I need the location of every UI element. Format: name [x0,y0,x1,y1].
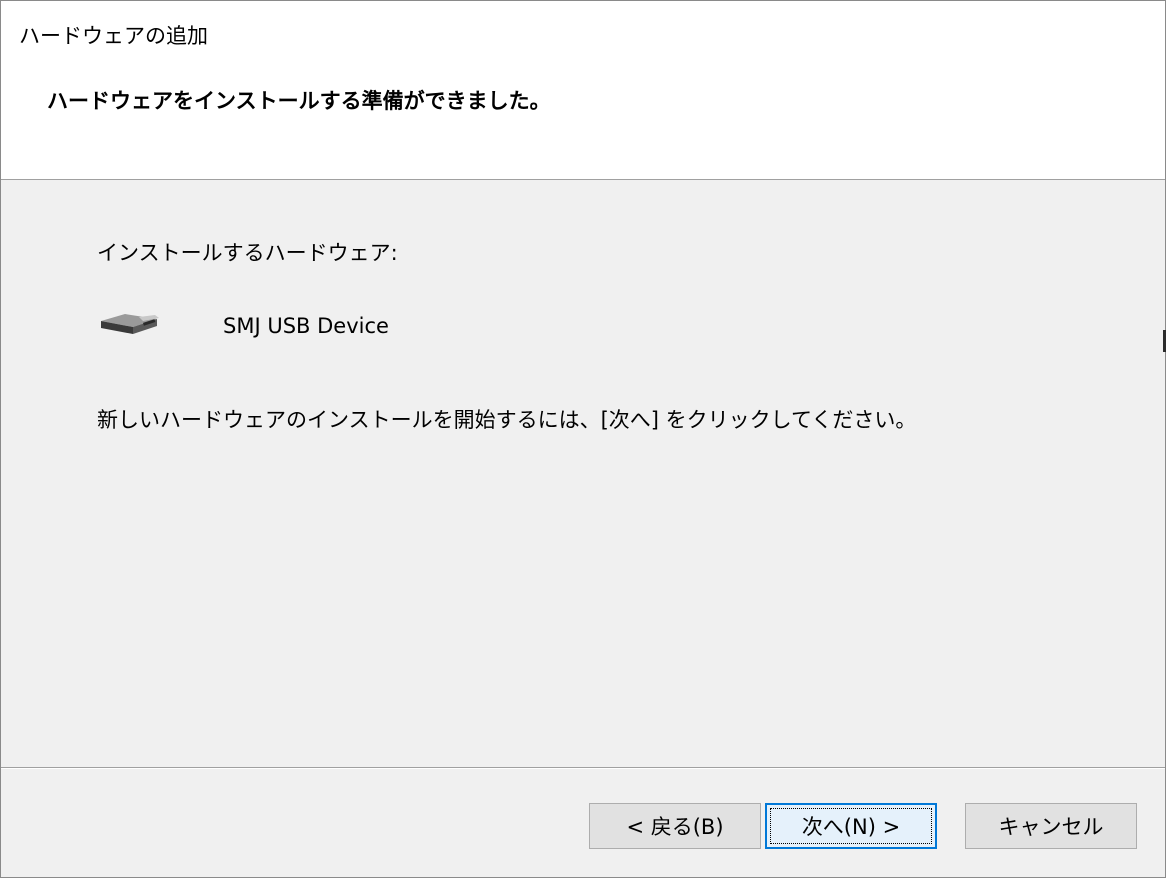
device-name: SMJ USB Device [223,314,389,338]
hardware-to-install-label: インストールするハードウェア: [97,241,398,265]
next-button-label: 次へ(N) > [801,815,901,839]
footer-divider [1,767,1165,769]
cancel-button[interactable]: キャンセル [965,803,1137,849]
next-button[interactable]: 次へ(N) > [765,803,937,849]
back-button-label: < 戻る(B) [626,815,724,839]
window-title: ハードウェアの追加 [19,24,208,48]
back-button[interactable]: < 戻る(B) [589,803,761,849]
add-hardware-dialog: ハードウェアの追加 ハードウェアをインストールする準備ができました。 インストー… [0,0,1166,878]
dialog-header: ハードウェアの追加 ハードウェアをインストールする準備ができました。 [1,1,1165,180]
instruction-text: 新しいハードウェアのインストールを開始するには、[次へ] をクリックしてください… [97,408,917,432]
usb-device-icon [97,307,161,343]
cancel-button-label: キャンセル [998,815,1104,839]
page-heading: ハードウェアをインストールする準備ができました。 [47,89,551,113]
